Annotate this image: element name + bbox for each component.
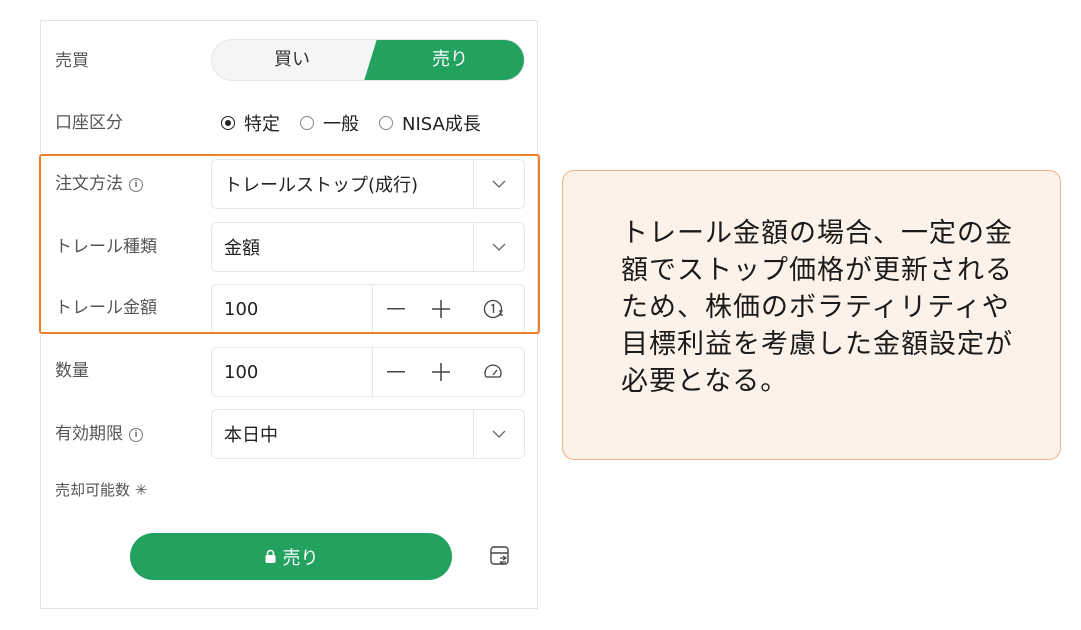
radio-checked-icon: [221, 116, 235, 130]
gauge-icon: [484, 364, 502, 378]
side-label: 売買: [55, 51, 89, 71]
quantity-gauge-button[interactable]: [469, 348, 519, 396]
account-label: 口座区分: [55, 113, 123, 133]
account-option-label: 特定: [244, 114, 280, 135]
trail-type-dropdown[interactable]: [473, 223, 524, 271]
chevron-down-icon: [492, 430, 506, 438]
account-option-label: NISA成長: [402, 114, 481, 135]
account-radio-nisa[interactable]: NISA成長: [379, 110, 481, 136]
radio-unchecked-icon: [379, 116, 393, 130]
radio-unchecked-icon: [300, 116, 314, 130]
sell-submit-label: 売り: [282, 547, 319, 569]
trail-amount-field: 100: [211, 284, 525, 334]
trail-type-label: トレール種類: [55, 237, 157, 257]
sell-tab[interactable]: 売り: [364, 40, 524, 80]
account-radio-group: 特定 一般 NISA成長: [221, 111, 481, 135]
sell-submit-button[interactable]: 売り: [130, 533, 452, 580]
minus-icon: [386, 308, 405, 310]
trail-amount-label: トレール金額: [55, 298, 157, 318]
validity-select[interactable]: 本日中: [211, 409, 525, 459]
trail-amount-price-tool-button[interactable]: [469, 285, 519, 333]
order-method-label: 注文方法 i: [55, 174, 143, 194]
plus-icon: [431, 363, 450, 381]
price-tool-icon: [483, 299, 503, 319]
quantity-field: 100: [211, 347, 525, 397]
lock-icon: [264, 549, 277, 564]
validity-label-text: 有効期限: [55, 424, 123, 444]
quantity-input[interactable]: 100: [212, 362, 372, 383]
info-icon[interactable]: i: [129, 178, 143, 192]
callout-text: トレール金額の場合、一定の金額でストップ価格が更新されるため、株価のボラティリテ…: [621, 218, 1013, 397]
buy-sell-toggle: 買い 売り: [211, 39, 525, 81]
validity-dropdown[interactable]: [473, 410, 524, 458]
validity-value: 本日中: [224, 425, 278, 446]
trail-amount-minus-button[interactable]: [373, 285, 418, 333]
minus-icon: [386, 371, 405, 373]
trail-amount-input[interactable]: 100: [212, 299, 372, 320]
order-method-label-text: 注文方法: [55, 174, 123, 194]
order-method-dropdown[interactable]: [473, 160, 524, 208]
quantity-plus-button[interactable]: [418, 348, 463, 396]
quantity-minus-button[interactable]: [373, 348, 418, 396]
trail-type-value: 金額: [224, 238, 260, 259]
order-method-select[interactable]: トレールストップ(成行): [211, 159, 525, 209]
trail-amount-plus-button[interactable]: [418, 285, 463, 333]
buy-tab[interactable]: 買い: [212, 40, 372, 80]
chevron-down-icon: [492, 243, 506, 251]
plus-icon: [431, 300, 450, 318]
account-radio-ippan[interactable]: 一般: [300, 110, 359, 136]
info-icon[interactable]: i: [129, 428, 143, 442]
quantity-stepper: [372, 348, 524, 396]
account-radio-tokutei[interactable]: 特定: [221, 110, 280, 136]
sell-available-label: 売却可能数 ✳: [55, 481, 148, 499]
validity-label: 有効期限 i: [55, 424, 143, 444]
trail-amount-stepper: [372, 285, 524, 333]
chevron-down-icon: [492, 180, 506, 188]
explanation-callout: トレール金額の場合、一定の金額でストップ価格が更新されるため、株価のボラティリテ…: [562, 170, 1061, 460]
quantity-label: 数量: [55, 361, 89, 381]
order-sheet-icon: [490, 546, 509, 565]
trail-type-select[interactable]: 金額: [211, 222, 525, 272]
account-option-label: 一般: [323, 114, 359, 135]
order-method-value: トレールストップ(成行): [224, 175, 419, 196]
order-sheet-button[interactable]: [487, 543, 513, 569]
